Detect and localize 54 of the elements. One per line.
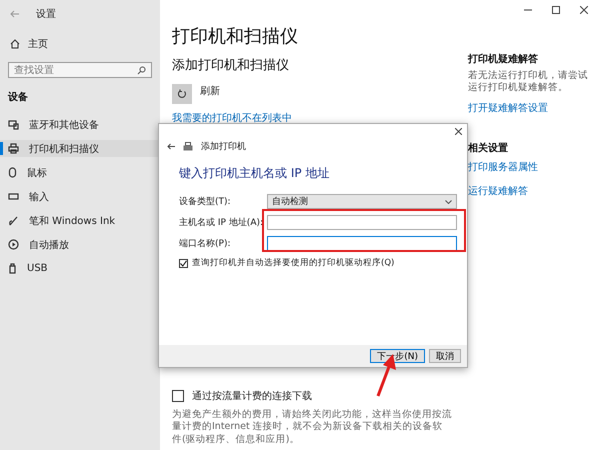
section-title: 添加打印机和扫描仪	[172, 57, 290, 74]
sidebar-item[interactable]: 蓝牙和其他设备	[0, 116, 160, 133]
refresh-icon	[177, 89, 187, 99]
search-icon	[137, 66, 146, 74]
input-field[interactable]	[267, 215, 457, 230]
printer-icon	[183, 142, 193, 151]
sidebar-item[interactable]: 鼠标	[0, 164, 160, 181]
chevron-down-icon	[445, 200, 452, 204]
checkbox-label: 通过按流量计费的连接下载	[192, 390, 312, 403]
home-icon	[10, 39, 20, 49]
dialog-heading: 键入打印机主机名或 IP 地址	[179, 165, 330, 182]
printer-icon	[8, 143, 19, 154]
field-label: 设备类型(T):	[179, 196, 232, 208]
keyboard-icon	[8, 193, 19, 200]
window-title: 设置	[36, 8, 56, 21]
devices-icon	[8, 120, 19, 130]
checkbox-label: 查询打印机并自动选择要使用的打印机驱动程序(Q)	[192, 257, 394, 269]
usb-drive-icon	[8, 263, 17, 274]
play-circle-icon	[8, 239, 19, 250]
checkbox[interactable]	[179, 258, 188, 268]
sidebar-item[interactable]: 笔和 Windows Ink	[0, 212, 160, 229]
troubleshoot-settings-link[interactable]: 打开疑难解答设置	[468, 100, 590, 115]
pen-icon	[8, 215, 19, 226]
close-icon[interactable]	[580, 6, 588, 14]
mouse-icon	[8, 167, 17, 178]
home-link[interactable]: 主页	[28, 37, 48, 51]
input-field[interactable]	[267, 236, 457, 251]
sidebar-item[interactable]: USB	[0, 260, 160, 277]
selection-bar	[0, 142, 3, 155]
dialog-title: 添加打印机	[201, 140, 246, 153]
printer-not-listed-link[interactable]: 我需要的打印机不在列表中	[172, 111, 460, 125]
sidebar-item[interactable]: 打印机和扫描仪	[0, 140, 160, 157]
cancel-button[interactable]: 取消	[429, 349, 461, 363]
sidebar-item[interactable]: 自动播放	[0, 236, 160, 253]
search-input[interactable]: 查找设置	[14, 64, 114, 76]
sidebar-item[interactable]: 输入	[0, 188, 160, 205]
checkbox[interactable]	[172, 390, 184, 402]
field-label: 主机名或 IP 地址(A):	[179, 216, 264, 229]
troubleshoot-description: 若无法运行打印机，请尝试运行打印机疑难解答。	[468, 70, 589, 95]
device-type-dropdown[interactable]: 自动检测	[267, 194, 457, 209]
search-field[interactable]: 查找设置	[8, 62, 152, 78]
back-arrow-icon[interactable]	[167, 143, 175, 150]
close-icon[interactable]	[455, 128, 462, 135]
section-heading: 设备	[8, 90, 29, 104]
refresh-button[interactable]	[172, 84, 192, 104]
page-title: 打印机和扫描仪	[172, 25, 299, 48]
maximize-icon[interactable]	[552, 6, 560, 14]
description-text: 为避免产生额外的费用，请始终关闭此功能，这样当你使用按流量计费的Internet 连接时，就不会为新设备下载相关的设备软件(驱动程序、信息和应用)。	[172, 408, 452, 446]
related-settings-heading: 相关设置	[468, 142, 509, 155]
related-link[interactable]: 打印服务器属性	[468, 160, 590, 174]
refresh-label: 刷新	[200, 84, 220, 98]
field-label: 端口名称(P):	[179, 238, 232, 250]
troubleshoot-heading: 打印机疑难解答	[468, 52, 539, 66]
related-link[interactable]: 运行疑难解答	[468, 184, 590, 198]
